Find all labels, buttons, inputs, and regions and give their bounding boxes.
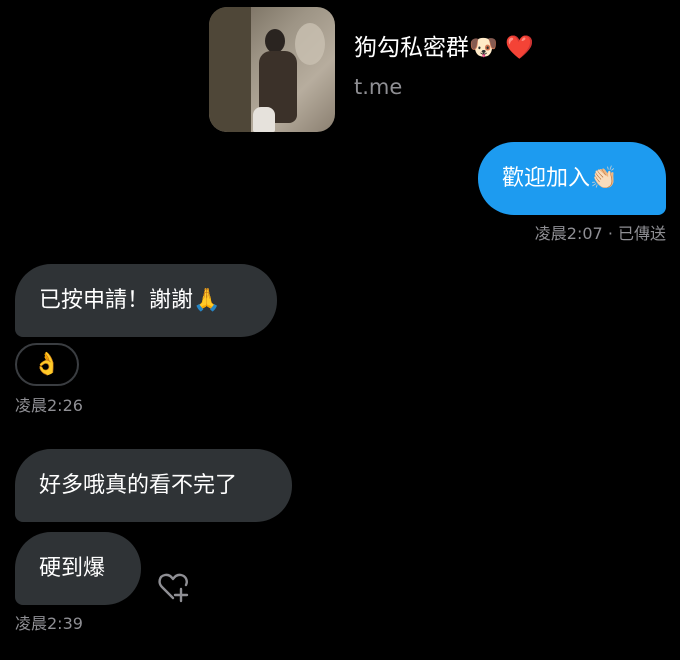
- message-timestamp: 凌晨2:39: [15, 614, 83, 633]
- message-timestamp: 凌晨2:26: [15, 396, 83, 415]
- message-text: 好多哦真的看不完了: [39, 472, 238, 498]
- message-bubble-incoming[interactable]: 好多哦真的看不完了: [15, 449, 292, 522]
- image-door: [209, 7, 251, 132]
- link-preview-image[interactable]: [209, 7, 335, 132]
- message-status: 凌晨2:07 · 已傳送: [534, 224, 666, 243]
- image-toilet: [253, 107, 275, 132]
- message-text: 歡迎加入👏🏻: [502, 165, 618, 191]
- message-bubble-outgoing[interactable]: 歡迎加入👏🏻: [478, 142, 666, 215]
- message-bubble-incoming[interactable]: 硬到爆: [15, 532, 141, 605]
- heart-plus-icon[interactable]: [157, 571, 191, 603]
- message-text: 已按申請！謝謝🙏: [39, 287, 221, 313]
- image-figure-head: [265, 29, 285, 53]
- link-preview-host[interactable]: t.me: [354, 74, 402, 100]
- ok-hand-emoji: 👌: [33, 352, 61, 377]
- message-bubble-incoming[interactable]: 已按申請！謝謝🙏: [15, 264, 277, 337]
- link-preview-title[interactable]: 狗勾私密群🐶 ❤️: [354, 33, 534, 63]
- message-text: 硬到爆: [39, 555, 106, 581]
- reaction-badge[interactable]: 👌: [15, 343, 79, 386]
- image-mirror: [295, 23, 325, 65]
